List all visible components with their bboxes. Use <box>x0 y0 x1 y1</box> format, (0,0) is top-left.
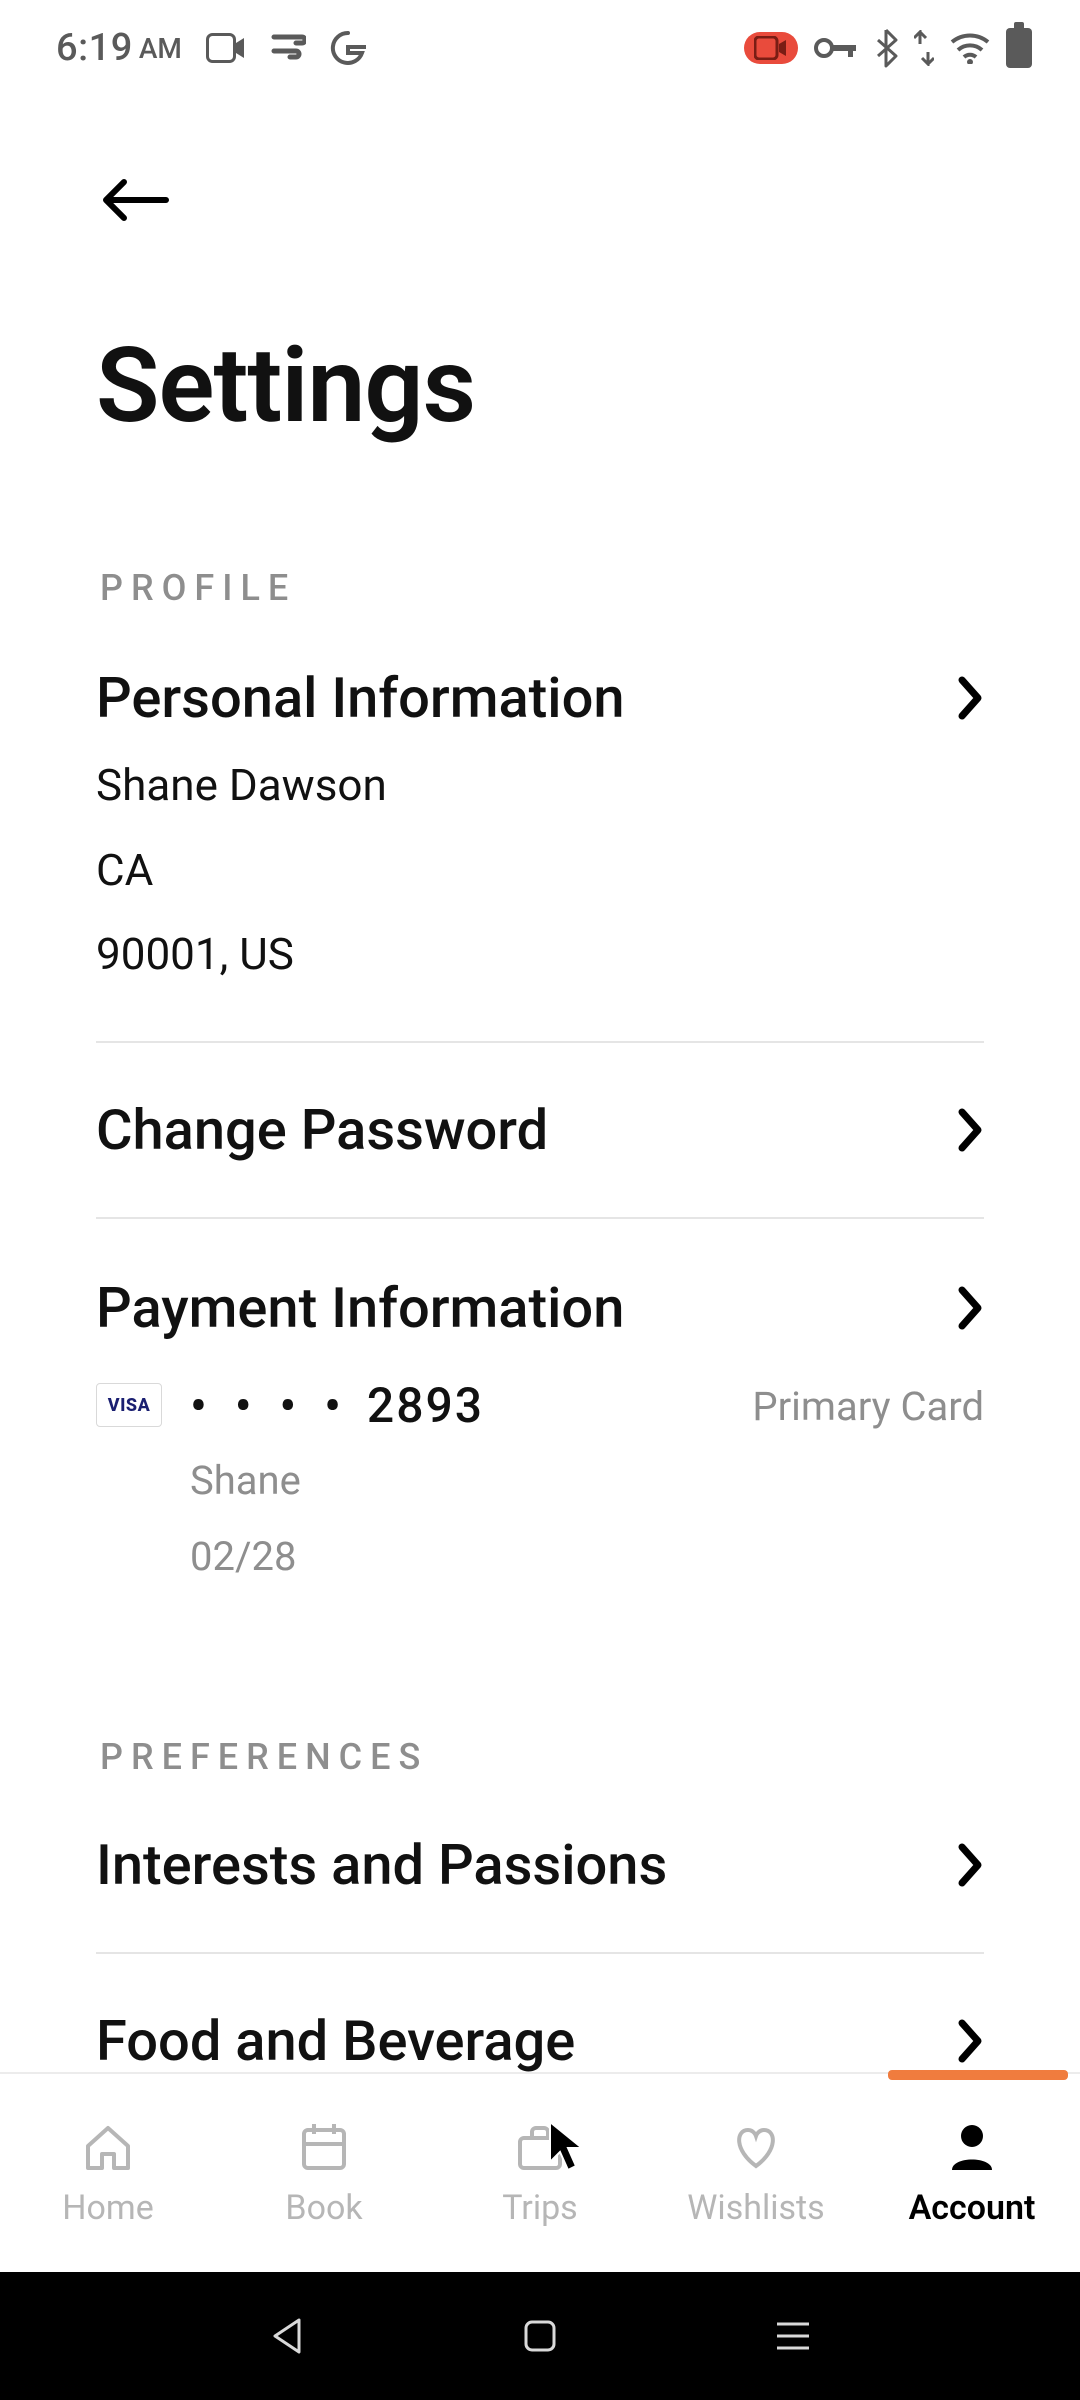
row-change-password[interactable]: Change Password <box>96 1043 984 1219</box>
card-expiry: 02/28 <box>190 1528 724 1586</box>
tab-wishlists-label: Wishlists <box>687 2188 824 2228</box>
screen-recording-indicator-icon <box>744 32 798 64</box>
card-mask-dots: • • • • <box>190 1377 349 1434</box>
tab-wishlists[interactable]: Wishlists <box>648 2074 864 2272</box>
food-title: Food and Beverage <box>96 2008 575 2074</box>
status-left: 6:19AM <box>56 26 366 70</box>
tab-home[interactable]: Home <box>0 2074 216 2272</box>
tab-book-label: Book <box>285 2188 362 2228</box>
android-recents-button[interactable] <box>733 2296 853 2376</box>
recents-icon <box>773 2320 813 2352</box>
interests-title: Interests and Passions <box>96 1832 667 1898</box>
row-interests-passions[interactable]: Interests and Passions <box>96 1778 984 1954</box>
personal-info-name: Shane Dawson <box>96 755 984 816</box>
card-last4: 2893 <box>367 1377 484 1434</box>
card-number-masked: • • • • 2893 <box>190 1377 724 1434</box>
calendar-icon <box>296 2118 352 2174</box>
active-tab-indicator <box>888 2070 1068 2080</box>
triangle-back-icon <box>269 2316 305 2356</box>
wifi-icon <box>950 32 990 64</box>
tab-trips-label: Trips <box>502 2188 577 2228</box>
status-time-ampm: AM <box>139 32 182 65</box>
chevron-right-icon <box>956 1286 984 1330</box>
cast-icon <box>270 33 306 63</box>
back-button[interactable] <box>98 164 170 236</box>
chevron-right-icon <box>956 2019 984 2063</box>
briefcase-icon <box>512 2118 568 2174</box>
payment-info-title: Payment Information <box>96 1275 624 1341</box>
status-right <box>744 28 1032 68</box>
square-home-icon <box>522 2318 558 2354</box>
heart-icon <box>728 2118 784 2174</box>
data-updown-icon <box>914 30 934 66</box>
primary-card-label: Primary Card <box>752 1383 984 1430</box>
row-personal-information[interactable]: Personal Information Shane Dawson CA 900… <box>96 609 984 1043</box>
android-home-button[interactable] <box>480 2296 600 2376</box>
google-g-icon <box>330 30 366 66</box>
person-icon <box>944 2118 1000 2174</box>
status-time: 6:19AM <box>56 26 182 70</box>
change-password-title: Change Password <box>96 1097 548 1163</box>
section-header-profile: PROFILE <box>0 567 1080 609</box>
tab-account[interactable]: Account <box>864 2074 1080 2272</box>
personal-info-postal: 90001, US <box>96 924 984 985</box>
android-status-bar: 6:19AM <box>0 0 1080 96</box>
tab-trips[interactable]: Trips <box>432 2074 648 2272</box>
chevron-right-icon <box>956 1108 984 1152</box>
page-title: Settings <box>0 236 1080 447</box>
visa-card-icon: VISA <box>96 1383 162 1427</box>
bottom-tab-bar: Home Book Trips Wishlists Account <box>0 2072 1080 2272</box>
chevron-right-icon <box>956 1843 984 1887</box>
bluetooth-icon <box>874 28 898 68</box>
android-back-button[interactable] <box>227 2296 347 2376</box>
status-time-hours: 6:19 <box>56 26 133 70</box>
personal-info-state: CA <box>96 840 984 901</box>
tab-home-label: Home <box>62 2188 154 2228</box>
row-payment-information[interactable]: Payment Information VISA • • • • 2893 Sha… <box>96 1219 984 1586</box>
tab-book[interactable]: Book <box>216 2074 432 2272</box>
android-nav-bar <box>0 2272 1080 2400</box>
chevron-right-icon <box>956 676 984 720</box>
vpn-key-icon <box>814 36 858 60</box>
screen-record-outline-icon <box>206 33 246 63</box>
tab-account-label: Account <box>909 2188 1036 2228</box>
card-holder: Shane <box>190 1452 724 1510</box>
battery-icon <box>1006 28 1032 68</box>
personal-information-title: Personal Information <box>96 665 625 731</box>
home-icon <box>80 2118 136 2174</box>
arrow-left-icon <box>98 176 170 224</box>
section-header-preferences: PREFERENCES <box>0 1736 1080 1778</box>
app-content: Settings PROFILE Personal Information Sh… <box>0 96 1080 2146</box>
